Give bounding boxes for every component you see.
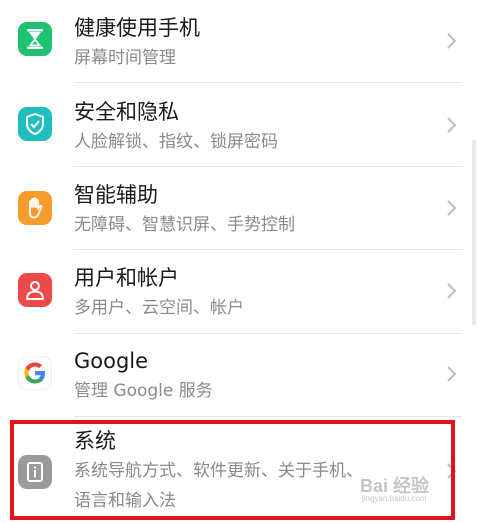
hourglass-icon	[18, 22, 52, 56]
user-icon	[18, 273, 52, 307]
item-subtitle-second-line: 语言和输入法	[74, 491, 176, 511]
chevron-right-icon	[447, 200, 457, 216]
system-info-icon	[18, 455, 52, 489]
item-title: Google	[74, 349, 149, 373]
item-title: 安全和隐私	[74, 100, 179, 124]
chevron-right-icon	[447, 33, 457, 49]
scrollbar[interactable]	[472, 140, 476, 325]
chevron-right-icon	[447, 463, 457, 479]
item-title: 智能辅助	[74, 183, 158, 207]
settings-item-security-privacy[interactable]: 安全和隐私 人脸解锁、指纹、锁屏密码	[0, 83, 470, 166]
settings-item-smart-assistance[interactable]: 智能辅助 无障碍、智慧识屏、手势控制	[0, 167, 470, 249]
google-icon	[18, 356, 52, 390]
hand-icon	[18, 191, 52, 225]
item-subtitle: 管理 Google 服务	[74, 381, 213, 401]
settings-item-system[interactable]: 系统 系统导航方式、软件更新、关于手机、 语言和输入法	[0, 417, 470, 521]
settings-item-digital-balance[interactable]: 健康使用手机 屏幕时间管理	[0, 0, 470, 82]
item-title: 系统	[74, 429, 116, 453]
item-title: 用户和帐户	[74, 266, 179, 290]
settings-item-users-accounts[interactable]: 用户和帐户 多用户、云空间、帐户	[0, 250, 470, 333]
chevron-right-icon	[447, 283, 457, 299]
chevron-right-icon	[447, 117, 457, 133]
watermark-url: jingyan.baidu.com	[362, 494, 427, 503]
item-subtitle: 人脸解锁、指纹、锁屏密码	[74, 132, 278, 152]
item-title: 健康使用手机	[74, 16, 200, 40]
shield-check-icon	[18, 107, 52, 141]
item-subtitle: 系统导航方式、软件更新、关于手机、	[74, 461, 363, 481]
item-subtitle: 无障碍、智慧识屏、手势控制	[74, 215, 295, 235]
item-subtitle: 多用户、云空间、帐户	[74, 298, 244, 318]
item-subtitle: 屏幕时间管理	[74, 48, 176, 68]
settings-item-google[interactable]: Google 管理 Google 服务	[0, 334, 470, 416]
chevron-right-icon	[447, 366, 457, 382]
